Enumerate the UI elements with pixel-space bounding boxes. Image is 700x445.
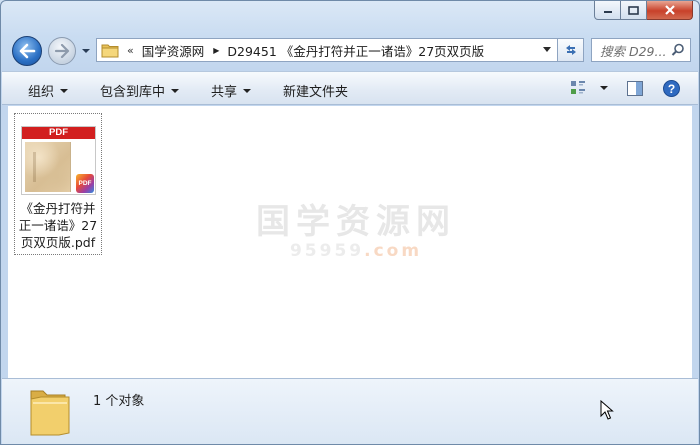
search-icon[interactable] (671, 43, 685, 57)
breadcrumb-item[interactable]: D29451 《金丹打符并正一诸诰》27页双页版 (227, 41, 484, 60)
preview-pane-icon (627, 81, 643, 96)
file-list-view[interactable]: 国学资源网 95959.com PDF PDF 《金丹打符并正一诸诰》27页双页… (8, 106, 692, 378)
dropdown-arrow-icon (171, 88, 180, 93)
watermark-domain: 95959 (289, 241, 365, 261)
include-in-library-label: 包含到库中 (100, 85, 166, 100)
view-options-icon (571, 81, 585, 94)
pdf-thumbnail: PDF PDF (21, 126, 96, 195)
forward-arrow-icon (54, 44, 70, 58)
pdf-badge-icon: PDF (76, 174, 94, 193)
scanned-page-preview (25, 142, 71, 192)
organize-label: 组织 (28, 85, 55, 100)
dropdown-arrow-icon (600, 86, 608, 90)
new-folder-label: 新建文件夹 (283, 85, 349, 100)
new-folder-button[interactable]: 新建文件夹 (283, 81, 348, 100)
recent-pages-button[interactable] (80, 45, 92, 57)
watermark-title: 国学资源网 (256, 202, 456, 242)
pdf-header-label: PDF (22, 127, 95, 139)
help-button[interactable]: ? (663, 80, 680, 100)
minimize-icon (603, 11, 612, 13)
chevron-down-icon (82, 49, 90, 53)
mouse-cursor-icon (600, 400, 614, 420)
svg-text:?: ? (668, 82, 675, 96)
details-pane: 1 个对象 (2, 378, 698, 444)
breadcrumb-separator-icon[interactable]: ▶ (213, 46, 219, 55)
address-bar[interactable]: « 国学资源网 ▶ D29451 《金丹打符并正一诸诰》27页双页版 (96, 38, 558, 62)
dropdown-arrow-icon (243, 88, 252, 93)
search-box[interactable]: 搜索 D29... (591, 38, 691, 62)
explorer-window: « 国学资源网 ▶ D29451 《金丹打符并正一诸诰》27页双页版 搜索 D2… (0, 0, 700, 445)
share-button[interactable]: 共享 (211, 81, 252, 100)
dropdown-arrow-icon (60, 88, 69, 93)
caption-buttons (594, 1, 693, 20)
breadcrumb-overflow[interactable]: « (127, 44, 134, 57)
watermark-tld: .com (364, 241, 423, 261)
refresh-icon (565, 45, 576, 55)
close-button[interactable] (647, 1, 693, 20)
folder-icon (30, 390, 70, 436)
refresh-button[interactable] (558, 38, 584, 62)
close-icon (664, 5, 675, 15)
breadcrumb-item[interactable]: 国学资源网 (142, 41, 205, 60)
maximize-icon (628, 5, 639, 15)
preview-pane-button[interactable] (627, 81, 643, 99)
watermark-subtitle: 95959.com (241, 241, 471, 261)
back-button[interactable] (12, 36, 42, 66)
organize-button[interactable]: 组织 (28, 81, 69, 100)
maximize-button[interactable] (621, 1, 647, 20)
item-count: 1 个对象 (93, 394, 145, 409)
forward-button[interactable] (48, 37, 76, 65)
include-in-library-button[interactable]: 包含到库中 (100, 81, 180, 100)
file-item[interactable]: PDF PDF 《金丹打符并正一诸诰》27页双页版.pdf (14, 113, 102, 255)
address-dropdown-icon[interactable] (543, 47, 551, 53)
watermark: 国学资源网 95959.com (241, 194, 471, 261)
command-bar: 组织 包含到库中 共享 新建文件夹 ? (2, 71, 698, 105)
view-options-button[interactable] (570, 80, 608, 96)
share-label: 共享 (211, 85, 238, 100)
back-arrow-icon (19, 43, 36, 59)
minimize-button[interactable] (594, 1, 621, 20)
help-icon: ? (663, 80, 680, 97)
search-input[interactable]: 搜索 D29... (600, 41, 672, 60)
file-name[interactable]: 《金丹打符并正一诸诰》27页双页版.pdf (15, 200, 101, 251)
folder-icon (101, 44, 119, 58)
